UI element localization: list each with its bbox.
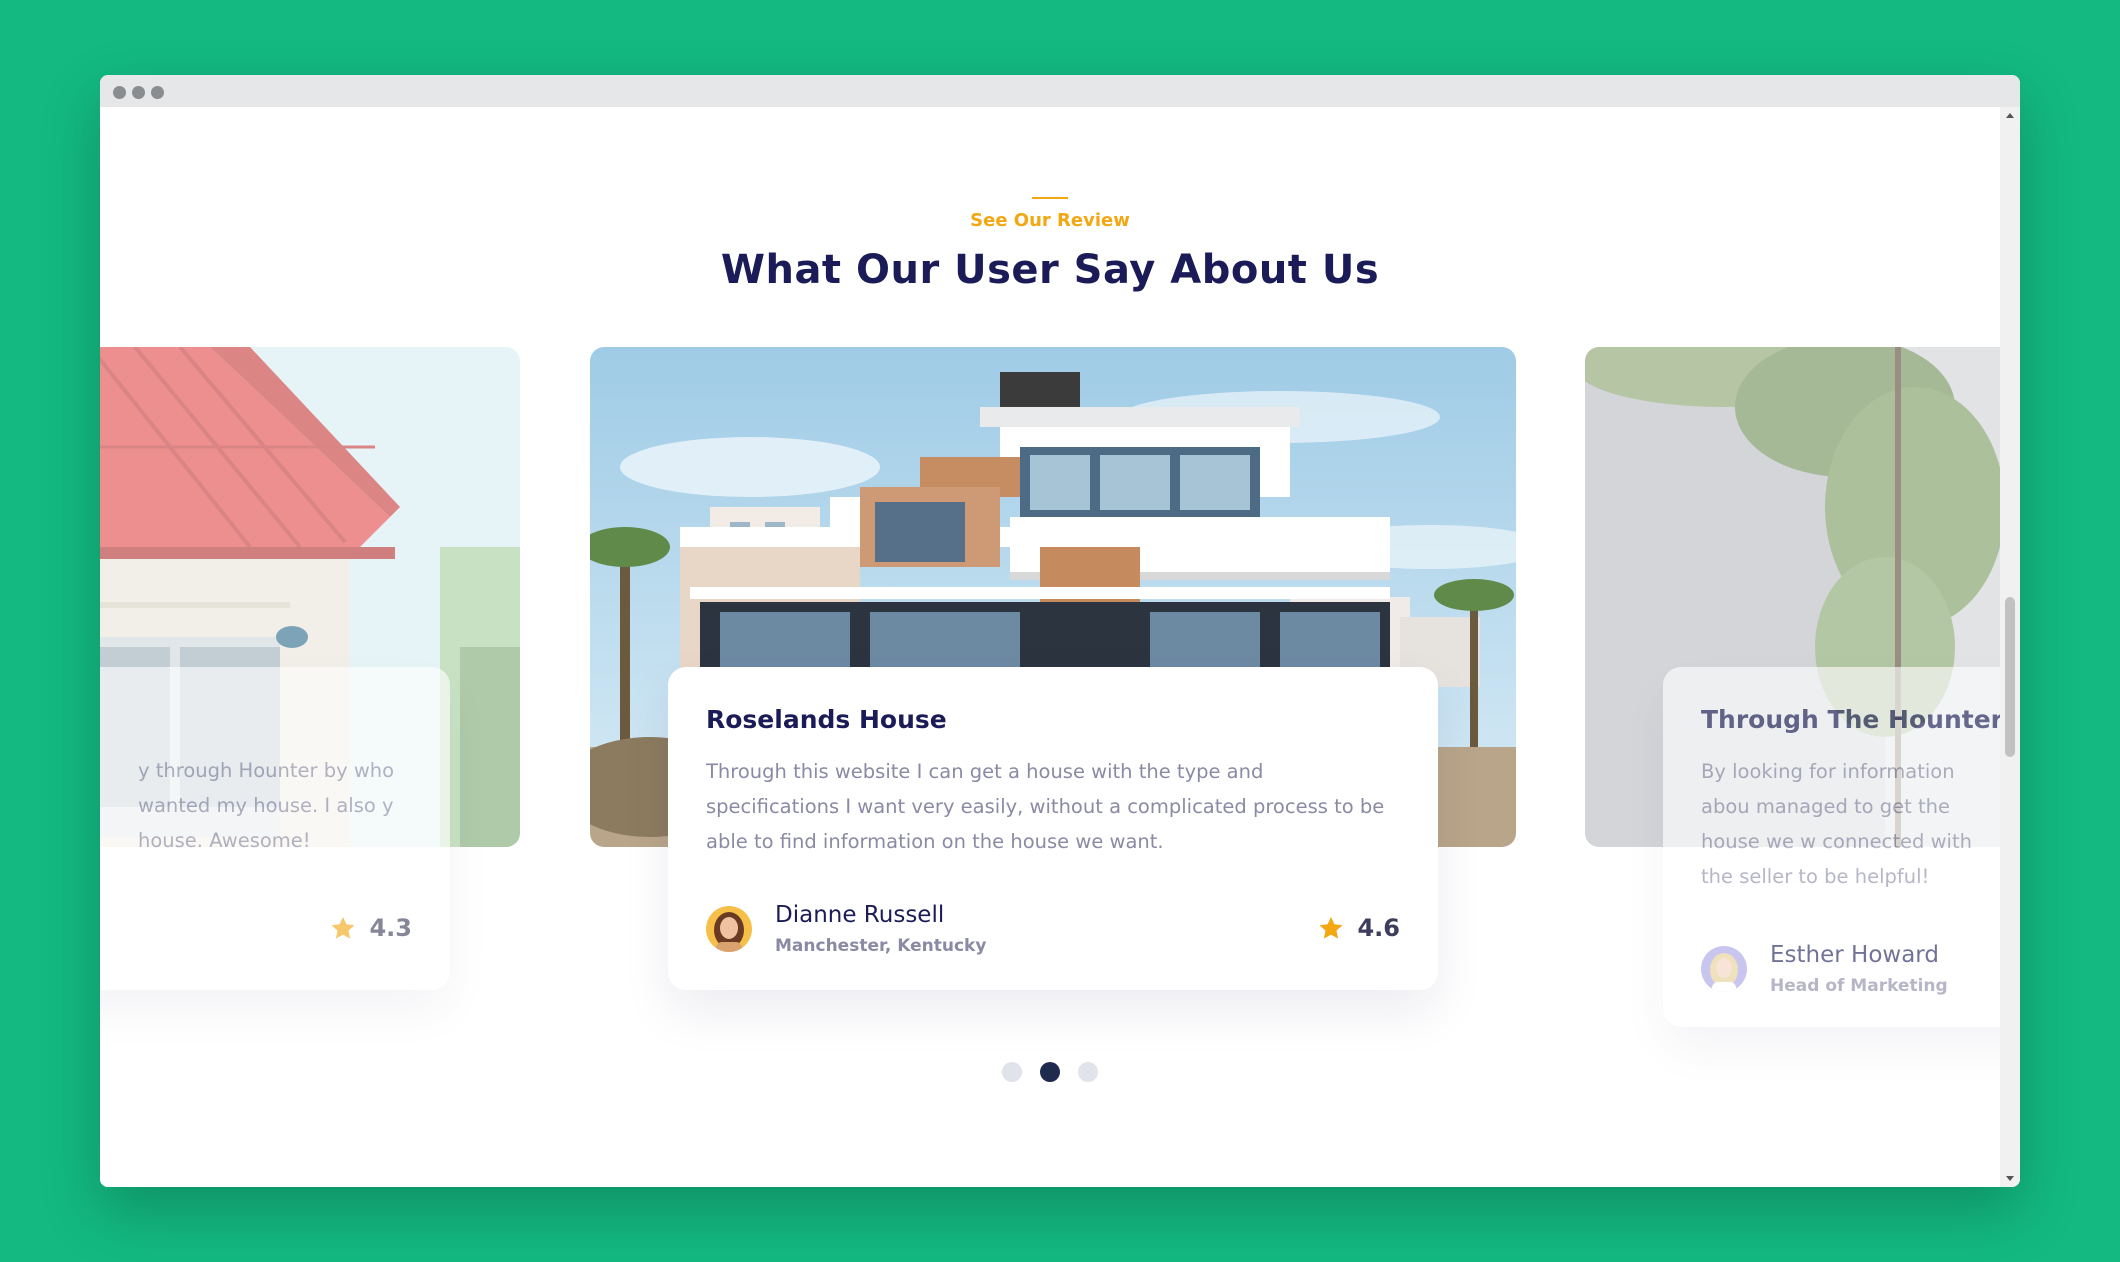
rating-value: 4.6 (1357, 914, 1400, 942)
section-title: What Our User Say About Us (720, 247, 1380, 293)
author-location: Manchester, Kentucky (775, 936, 987, 956)
pagination-dot-2-active[interactable] (1040, 1062, 1060, 1082)
vertical-scrollbar[interactable] (2000, 107, 2020, 1187)
review-card-left[interactable]: y through Hounter by who wanted my house… (100, 667, 450, 990)
star-icon (1320, 916, 1343, 939)
review-footer: Dianne Russell Manchester, Kentucky 4.6 (706, 902, 1400, 956)
scroll-down-arrow-icon[interactable] (2006, 1176, 2014, 1181)
section-subtitle: See Our Review (970, 210, 1130, 231)
rating-value: 4.3 (369, 914, 412, 942)
review-text-body: y through Hounter by who wanted my house… (138, 759, 395, 852)
scrollbar-thumb[interactable] (2005, 597, 2015, 757)
page-viewport: See Our Review What Our User Say About U… (100, 107, 2000, 1187)
review-text-body: By looking for information abou managed … (1701, 760, 1972, 888)
author-name: Esther Howard (1770, 942, 1939, 968)
rating: 4.3 (329, 914, 412, 942)
author-role: Head of Marketing (1770, 976, 1948, 996)
review-card-active[interactable]: Roselands House Through this website I c… (668, 667, 1438, 990)
star-icon (332, 916, 355, 939)
review-footer: 4.3 (100, 902, 412, 954)
avatar (706, 906, 752, 952)
window-dot-icon[interactable] (151, 86, 164, 99)
window-titlebar (100, 75, 2020, 107)
review-title: Through The Hounter, I c (1701, 705, 2000, 734)
heading-accent-line (1032, 197, 1068, 199)
avatar-image (1701, 946, 1747, 992)
avatar-image (706, 906, 752, 952)
window-dot-icon[interactable] (132, 86, 145, 99)
scroll-up-arrow-icon[interactable] (2006, 113, 2014, 118)
avatar (1701, 946, 1747, 992)
author-name: Dianne Russell (775, 902, 945, 928)
browser-window: See Our Review What Our User Say About U… (100, 75, 2020, 1187)
carousel-pagination (100, 1062, 2000, 1082)
review-footer: Esther Howard Head of Marketing (1701, 942, 2000, 996)
pagination-dot-1[interactable] (1002, 1062, 1022, 1082)
review-text: y through Hounter by who wanted my house… (100, 753, 412, 858)
window-dot-icon[interactable] (113, 86, 126, 99)
review-card-right[interactable]: Through The Hounter, I c By looking for … (1663, 667, 2000, 1027)
review-text: Through this website I can get a house w… (706, 760, 1385, 853)
pagination-dot-3[interactable] (1078, 1062, 1098, 1082)
rating: 4.6 (1317, 914, 1400, 942)
review-text: By looking for information abou managed … (1701, 754, 2000, 894)
review-title: Roselands House (706, 705, 947, 734)
